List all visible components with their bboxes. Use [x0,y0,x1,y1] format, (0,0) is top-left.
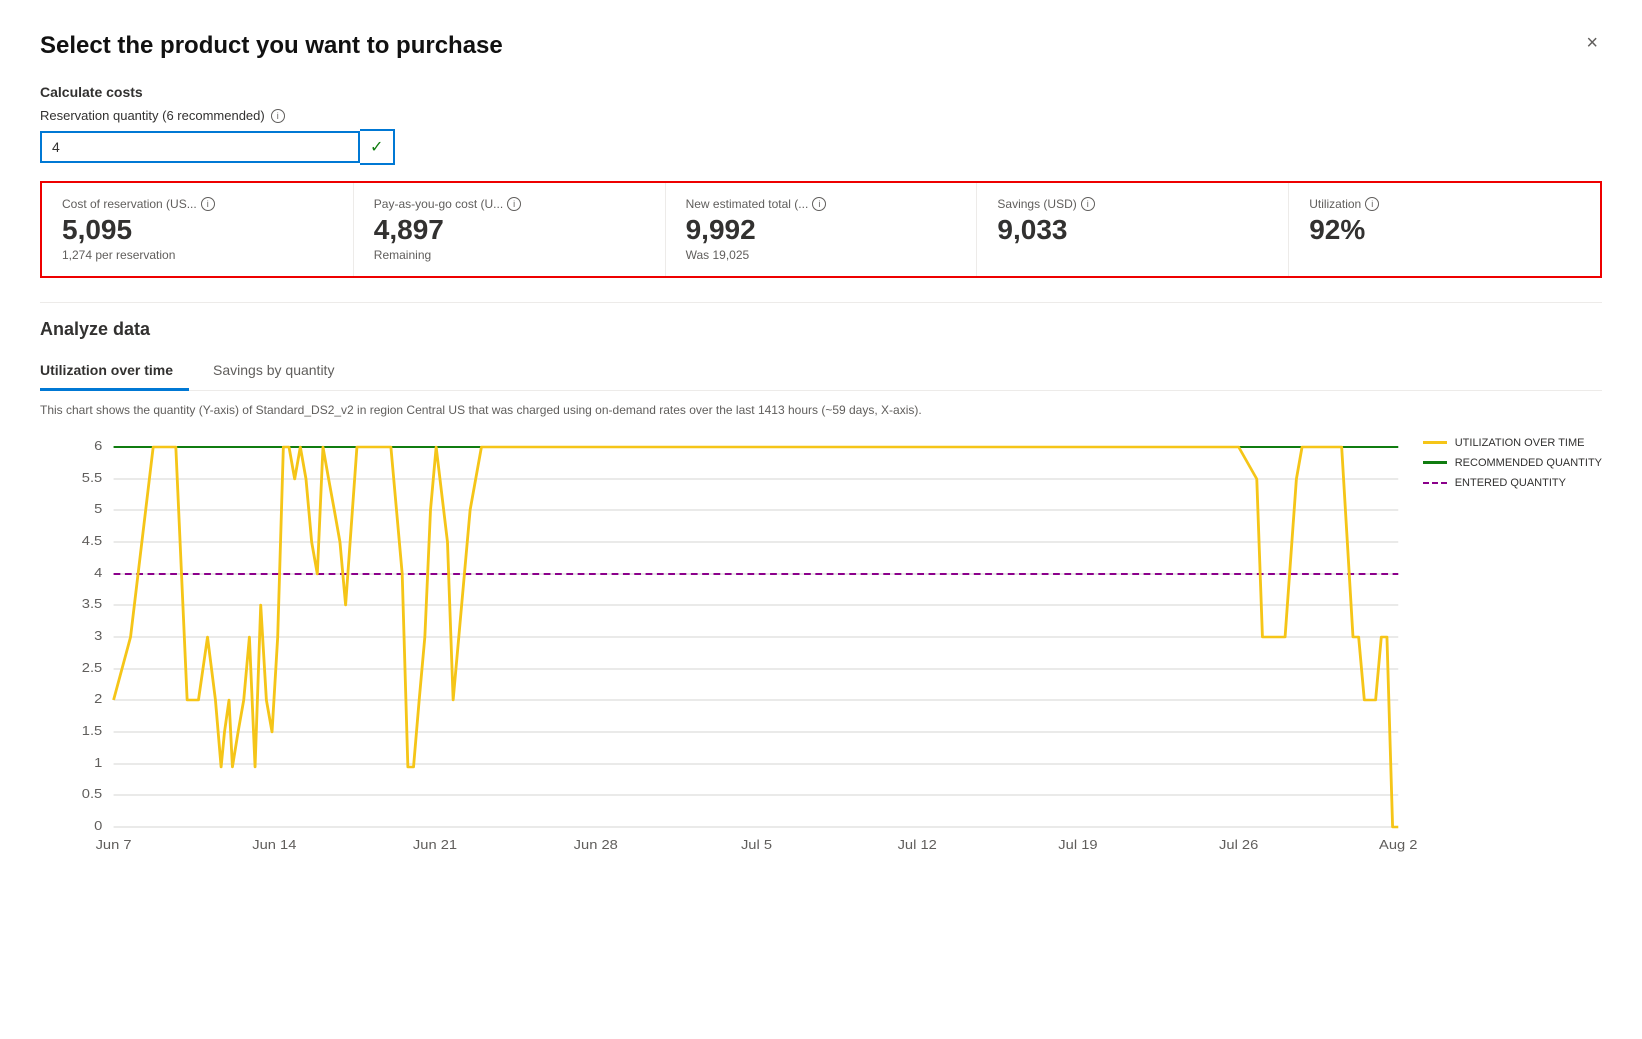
svg-text:Jun 28: Jun 28 [574,837,618,852]
qty-info-icon[interactable]: i [271,109,285,123]
qty-checkmark: ✓ [360,129,395,165]
quantity-input[interactable] [40,131,360,163]
chart-description: This chart shows the quantity (Y-axis) o… [40,403,1602,417]
legend-recommended-label: RECOMMENDED QUANTITY [1455,457,1602,469]
svg-text:Jul 5: Jul 5 [741,837,772,852]
section-label: Calculate costs [40,84,1602,100]
metric-info-icon-1[interactable]: i [507,197,521,211]
metric-value-1: 4,897 [374,215,645,246]
tabs: Utilization over time Savings by quantit… [40,354,1602,391]
metric-header-1: Pay-as-you-go cost (U... i [374,197,645,211]
svg-text:0: 0 [94,818,102,833]
svg-text:1: 1 [94,755,102,770]
svg-text:2.5: 2.5 [82,660,103,675]
section-divider [40,302,1602,303]
metric-value-0: 5,095 [62,215,333,246]
svg-text:4: 4 [94,565,102,580]
legend-utilization: UTILIZATION OVER TIME [1423,437,1602,449]
legend-utilization-label: UTILIZATION OVER TIME [1455,437,1585,449]
legend-green-line [1423,461,1447,464]
svg-text:1.5: 1.5 [82,723,103,738]
chart-legend: UTILIZATION OVER TIME RECOMMENDED QUANTI… [1423,437,1602,489]
svg-text:2: 2 [94,691,102,706]
metrics-box: Cost of reservation (US... i 5,095 1,274… [40,181,1602,278]
svg-text:5.5: 5.5 [82,470,103,485]
legend-entered-label: ENTERED QUANTITY [1455,477,1566,489]
metric-value-2: 9,992 [686,215,957,246]
svg-text:6: 6 [94,438,102,453]
legend-yellow-line [1423,441,1447,444]
metric-header-2: New estimated total (... i [686,197,957,211]
svg-text:0.5: 0.5 [82,786,103,801]
metric-info-icon-4[interactable]: i [1365,197,1379,211]
metric-header-4: Utilization i [1309,197,1580,211]
svg-text:4.5: 4.5 [82,533,103,548]
analyze-title: Analyze data [40,319,1602,340]
tab-savings[interactable]: Savings by quantity [213,354,350,391]
metric-value-4: 92% [1309,215,1580,246]
svg-text:Jun 7: Jun 7 [96,837,132,852]
svg-text:Jul 19: Jul 19 [1058,837,1098,852]
metric-header-0: Cost of reservation (US... i [62,197,333,211]
metric-item-0: Cost of reservation (US... i 5,095 1,274… [42,183,354,276]
legend-recommended: RECOMMENDED QUANTITY [1423,457,1602,469]
svg-text:Jul 12: Jul 12 [898,837,938,852]
close-button[interactable]: × [1582,32,1602,55]
metric-item-1: Pay-as-you-go cost (U... i 4,897 Remaini… [354,183,666,276]
qty-label-text: Reservation quantity (6 recommended) [40,108,265,123]
metric-info-icon-2[interactable]: i [812,197,826,211]
svg-text:Jun 14: Jun 14 [252,837,296,852]
metric-sub-2: Was 19,025 [686,248,957,262]
metric-item-4: Utilization i 92% [1289,183,1600,276]
metric-sub-0: 1,274 per reservation [62,248,333,262]
svg-text:Aug 2: Aug 2 [1379,837,1418,852]
metric-item-2: New estimated total (... i 9,992 Was 19,… [666,183,978,276]
metric-item-3: Savings (USD) i 9,033 [977,183,1289,276]
tab-utilization[interactable]: Utilization over time [40,354,189,391]
svg-text:3: 3 [94,628,102,643]
utilization-chart: .axis-label { font-size: 13px; fill: #60… [40,427,1602,857]
svg-text:5: 5 [94,501,102,516]
svg-text:Jun 21: Jun 21 [413,837,457,852]
metric-info-icon-0[interactable]: i [201,197,215,211]
svg-text:3.5: 3.5 [82,596,103,611]
page-title: Select the product you want to purchase [40,32,503,60]
legend-purple-line [1423,482,1447,484]
metric-info-icon-3[interactable]: i [1081,197,1095,211]
legend-entered: ENTERED QUANTITY [1423,477,1602,489]
metric-header-3: Savings (USD) i [997,197,1268,211]
metric-value-3: 9,033 [997,215,1268,246]
metric-sub-1: Remaining [374,248,645,262]
svg-text:Jul 26: Jul 26 [1219,837,1259,852]
chart-area: .axis-label { font-size: 13px; fill: #60… [40,427,1602,877]
